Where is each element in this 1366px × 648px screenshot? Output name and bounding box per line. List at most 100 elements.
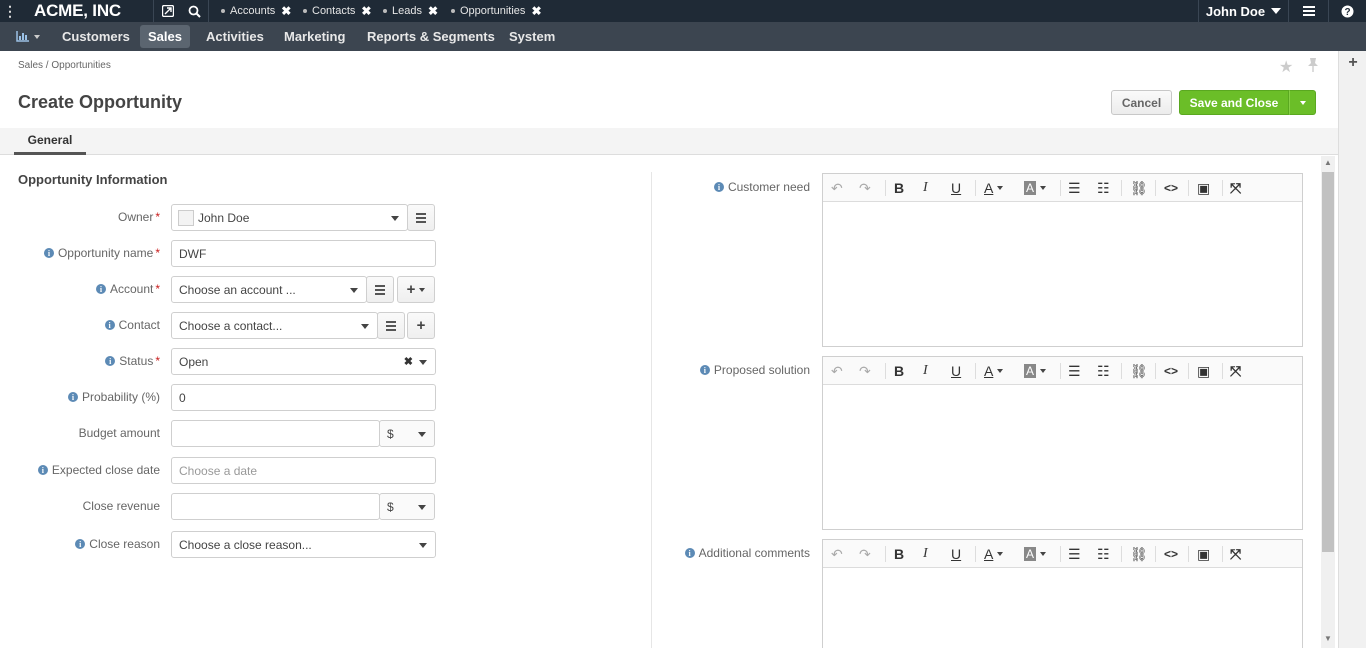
undo-icon[interactable]: ↶	[831, 362, 843, 380]
close-revenue-currency-select[interactable]: $	[379, 493, 435, 520]
undo-icon[interactable]: ↶	[831, 545, 843, 563]
user-menu[interactable]: John Doe	[1198, 0, 1288, 22]
bold-icon[interactable]: B	[894, 179, 904, 197]
code-icon[interactable]: <>	[1164, 362, 1178, 380]
bullet-list-icon[interactable]: ☰	[1068, 545, 1081, 563]
close-icon[interactable]: ✖	[281, 4, 291, 18]
vertical-dots-icon[interactable]: ⋮	[0, 0, 20, 22]
pinned-tab-opportunities[interactable]: Opportunities ✖	[451, 0, 542, 22]
budget-currency-select[interactable]: $	[379, 420, 435, 447]
contact-select[interactable]: Choose a contact...	[171, 312, 378, 339]
italic-icon[interactable]: I	[923, 545, 928, 563]
underline-icon[interactable]: U	[951, 362, 961, 380]
numbered-list-icon[interactable]: ☷	[1097, 545, 1110, 563]
redo-icon[interactable]: ↷	[859, 545, 871, 563]
pinned-tab-contacts[interactable]: Contacts ✖	[303, 0, 371, 22]
info-icon[interactable]: i	[713, 182, 724, 192]
bold-icon[interactable]: B	[894, 545, 904, 563]
customer-need-editor[interactable]: ↶ ↷ B I U A A ☰ ☷ ⛓ <> ▣ ⤧	[822, 173, 1303, 347]
bullet-list-icon[interactable]: ☰	[1068, 179, 1081, 197]
info-icon[interactable]: i	[37, 465, 48, 475]
clear-icon[interactable]: ✖	[404, 355, 413, 368]
status-select[interactable]: Open ✖	[171, 348, 436, 375]
link-icon[interactable]: ⛓	[1130, 545, 1148, 563]
image-icon[interactable]: ▣	[1197, 179, 1210, 197]
info-icon[interactable]: i	[105, 356, 116, 366]
link-icon[interactable]: ⛓	[1130, 179, 1148, 197]
close-reason-select[interactable]: Choose a close reason...	[171, 531, 436, 558]
info-icon[interactable]: i	[104, 320, 115, 330]
fullscreen-icon[interactable]: ⤧	[1230, 179, 1241, 197]
contact-add-button[interactable]: +	[407, 312, 435, 339]
code-icon[interactable]: <>	[1164, 545, 1178, 563]
nav-marketing[interactable]: Marketing	[276, 25, 353, 48]
tab-general[interactable]: General	[14, 128, 86, 155]
owner-select[interactable]: John Doe	[171, 204, 408, 231]
contact-list-button[interactable]	[377, 312, 405, 339]
fullscreen-icon[interactable]: ⤧	[1230, 545, 1241, 563]
help-icon[interactable]: ?	[1334, 0, 1360, 22]
bullet-list-icon[interactable]: ☰	[1068, 362, 1081, 380]
owner-list-button[interactable]	[407, 204, 435, 231]
text-color-icon[interactable]: A	[984, 362, 1004, 380]
underline-icon[interactable]: U	[951, 179, 961, 197]
nav-reports-segments[interactable]: Reports & Segments	[359, 25, 503, 48]
info-icon[interactable]: i	[43, 248, 54, 258]
italic-icon[interactable]: I	[923, 179, 928, 197]
save-options-dropdown[interactable]	[1289, 90, 1316, 115]
redo-icon[interactable]: ↷	[859, 362, 871, 380]
additional-comments-editor[interactable]: ↶ ↷ B I U A A ☰ ☷ ⛓ <> ▣ ⤧	[822, 539, 1303, 648]
account-add-button[interactable]: +	[397, 276, 435, 303]
probability-input[interactable]: 0	[171, 384, 436, 411]
nav-sales[interactable]: Sales	[140, 25, 190, 48]
cancel-button[interactable]: Cancel	[1111, 90, 1172, 115]
background-color-icon[interactable]: A	[1024, 179, 1047, 197]
redo-icon[interactable]: ↷	[859, 179, 871, 197]
scroll-up-icon[interactable]: ▲	[1321, 158, 1335, 167]
plus-icon[interactable]: +	[1339, 54, 1366, 72]
image-icon[interactable]: ▣	[1197, 362, 1210, 380]
budget-amount-input[interactable]	[171, 420, 380, 447]
breadcrumb[interactable]: Sales / Opportunities	[18, 60, 111, 71]
hamburger-menu-icon[interactable]	[1296, 0, 1322, 22]
scrollbar-thumb[interactable]	[1322, 172, 1334, 552]
underline-icon[interactable]: U	[951, 545, 961, 563]
close-icon[interactable]: ✖	[361, 4, 371, 18]
nav-system[interactable]: System	[501, 25, 563, 48]
info-icon[interactable]: i	[75, 539, 86, 549]
pin-icon[interactable]	[1306, 57, 1320, 78]
info-icon[interactable]: i	[67, 392, 78, 402]
background-color-icon[interactable]: A	[1024, 545, 1047, 563]
pinned-tab-leads[interactable]: Leads ✖	[383, 0, 438, 22]
search-icon[interactable]	[181, 0, 207, 22]
brand-logo[interactable]: ACME, INC	[34, 1, 121, 21]
dashboard-menu[interactable]	[8, 25, 48, 48]
info-icon[interactable]: i	[95, 284, 106, 294]
account-list-button[interactable]	[366, 276, 394, 303]
proposed-solution-editor[interactable]: ↶ ↷ B I U A A ☰ ☷ ⛓ <> ▣ ⤧	[822, 356, 1303, 530]
account-select[interactable]: Choose an account ...	[171, 276, 367, 303]
expected-close-date-input[interactable]: Choose a date	[171, 457, 436, 484]
image-icon[interactable]: ▣	[1197, 545, 1210, 563]
nav-customers[interactable]: Customers	[54, 25, 138, 48]
pinned-tab-accounts[interactable]: Accounts ✖	[221, 0, 291, 22]
info-icon[interactable]: i	[684, 548, 695, 558]
italic-icon[interactable]: I	[923, 362, 928, 380]
text-color-icon[interactable]: A	[984, 179, 1004, 197]
nav-activities[interactable]: Activities	[198, 25, 272, 48]
text-color-icon[interactable]: A	[984, 545, 1004, 563]
numbered-list-icon[interactable]: ☷	[1097, 179, 1110, 197]
save-and-close-button[interactable]: Save and Close	[1179, 90, 1289, 115]
numbered-list-icon[interactable]: ☷	[1097, 362, 1110, 380]
close-icon[interactable]: ✖	[531, 4, 541, 18]
opportunity-name-input[interactable]: DWF	[171, 240, 436, 267]
close-revenue-input[interactable]	[171, 493, 380, 520]
background-color-icon[interactable]: A	[1024, 362, 1047, 380]
code-icon[interactable]: <>	[1164, 179, 1178, 197]
scroll-down-icon[interactable]: ▼	[1321, 634, 1335, 643]
close-icon[interactable]: ✖	[428, 4, 438, 18]
star-icon[interactable]: ★	[1279, 57, 1293, 77]
undo-icon[interactable]: ↶	[831, 179, 843, 197]
scrollbar[interactable]: ▲ ▼	[1321, 156, 1335, 648]
shortcut-icon[interactable]	[155, 0, 181, 22]
